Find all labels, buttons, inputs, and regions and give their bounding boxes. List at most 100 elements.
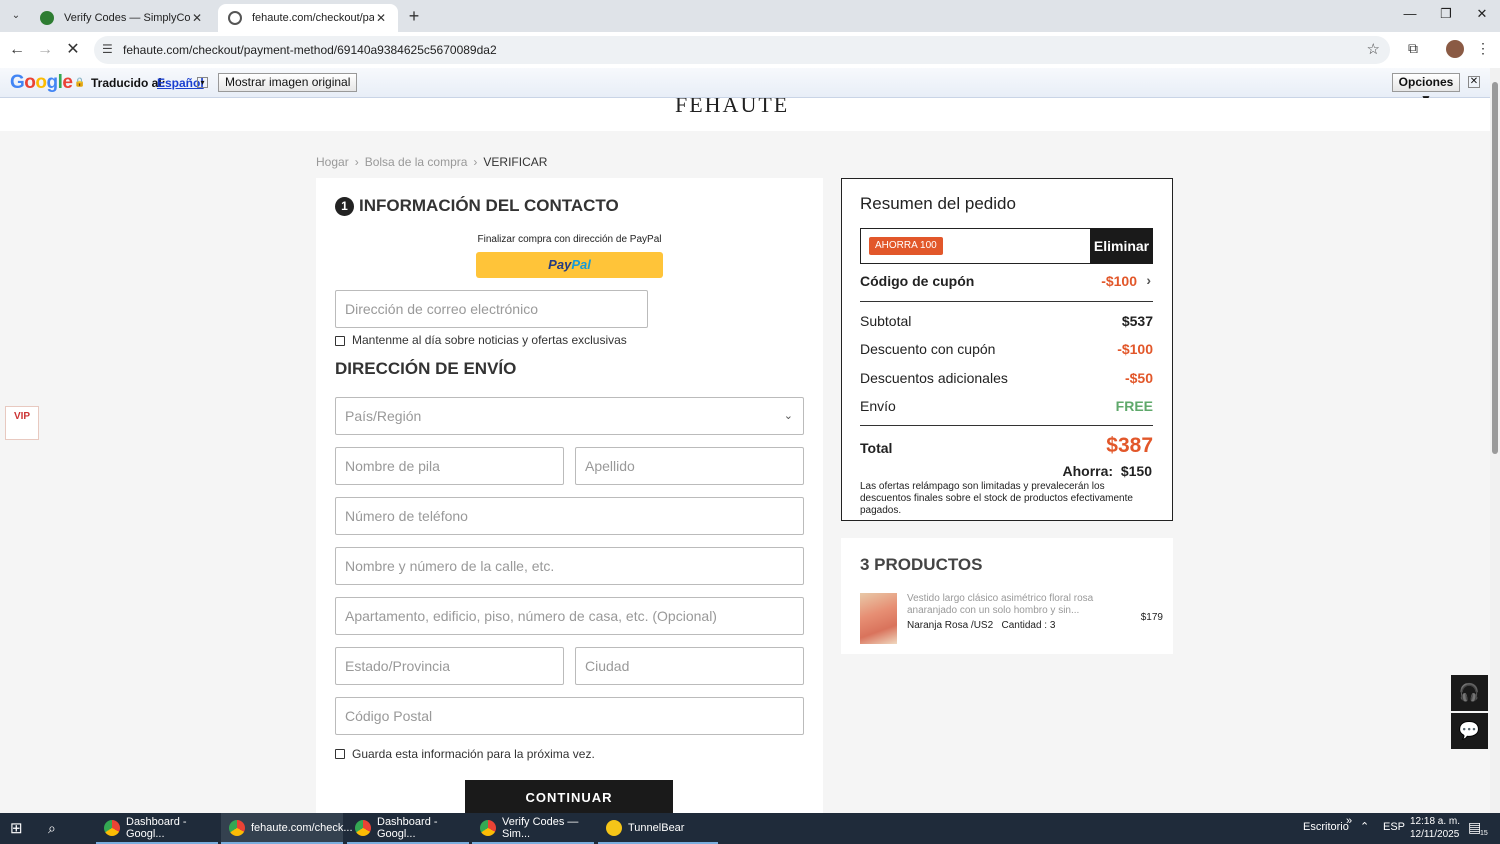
url-text[interactable]: fehaute.com/checkout/payment-method/6914… <box>123 43 497 57</box>
page-scrollbar[interactable] <box>1490 68 1500 813</box>
taskbar-label: TunnelBear <box>628 821 685 834</box>
tab-search-icon[interactable]: ⌄ <box>6 7 26 25</box>
taskbar-label: Verify Codes — Sim... <box>502 815 579 840</box>
show-original-button[interactable]: Mostrar imagen original <box>218 73 358 92</box>
close-tab-icon[interactable]: ✕ <box>374 11 388 25</box>
remove-coupon-button[interactable]: Eliminar <box>1090 228 1153 264</box>
forward-icon[interactable]: → <box>35 40 55 60</box>
tab-fehaute-checkout[interactable]: fehaute.com/checkout/paymen ✕ <box>218 4 398 32</box>
paypal-button[interactable]: PayPal <box>476 252 663 278</box>
save-info-checkbox[interactable] <box>335 749 345 759</box>
product-thumbnail[interactable] <box>860 593 897 644</box>
tab-title: Verify Codes — SimplyCodes <box>64 12 190 24</box>
desktop-label[interactable]: Escritorio <box>1303 821 1349 833</box>
shipping-label: Envío <box>860 398 896 414</box>
translated-to-label: Traducido al: <box>91 76 166 90</box>
new-tab-icon[interactable]: + <box>404 6 424 26</box>
taskbar-tunnelbear[interactable]: TunnelBear <box>598 813 718 844</box>
coupon-value: -$100 <box>1101 273 1137 289</box>
coupon-label: Código de cupón <box>860 273 975 289</box>
breadcrumb-home[interactable]: Hogar <box>316 155 349 169</box>
paypal-pal-text: Pal <box>571 257 591 272</box>
divider <box>860 425 1153 426</box>
last-name-field[interactable]: Apellido <box>575 447 804 485</box>
profile-avatar[interactable] <box>1446 40 1464 58</box>
total-label: Total <box>860 440 893 456</box>
extensions-icon[interactable]: ⧉ <box>1402 40 1424 57</box>
menu-kebab-icon[interactable]: ⋮ <box>1472 40 1494 57</box>
chevron-double-icon[interactable]: » <box>1346 815 1352 827</box>
taskbar-chrome-dashboard-2[interactable]: Dashboard - Googl... <box>347 813 469 844</box>
first-name-field[interactable]: Nombre de pila <box>335 447 564 485</box>
city-field[interactable]: Ciudad <box>575 647 804 685</box>
options-button[interactable]: Opciones ▼ <box>1392 73 1460 106</box>
page-content: FEHAUTE Hogar › Bolsa de la compra › VERIFIC… <box>0 98 1490 813</box>
language-indicator[interactable]: ESP <box>1383 821 1405 833</box>
taskbar-label: Dashboard - Googl... <box>126 815 187 840</box>
coupon-tag: AHORRA 100 <box>869 237 943 255</box>
product-price: $179 <box>1140 612 1163 623</box>
taskbar-chrome-fehaute[interactable]: fehaute.com/check... <box>221 813 353 844</box>
phone-field[interactable]: Número de teléfono <box>335 497 804 535</box>
contact-section-title: INFORMACIÓN DEL CONTACTO <box>359 196 619 215</box>
email-field[interactable]: Dirección de correo electrónico <box>335 290 648 328</box>
clock[interactable]: 12:18 a. m. 12/11/2025 <box>1410 815 1460 841</box>
close-window-icon[interactable]: ✕ <box>1467 6 1497 22</box>
summary-title: Resumen del pedido <box>860 194 1016 213</box>
windows-start-icon[interactable]: ⊞ <box>10 821 26 837</box>
close-translate-icon[interactable]: ✕ <box>1468 76 1480 88</box>
vip-member-badge[interactable]: VIP <box>5 406 39 440</box>
headset-support-icon[interactable]: 🎧 <box>1451 675 1488 711</box>
savings-text: Ahorra: $150 <box>1062 463 1152 479</box>
coupon-input[interactable]: AHORRA 100 <box>860 228 1090 264</box>
street-field[interactable]: Nombre y número de la calle, etc. <box>335 547 804 585</box>
product-name[interactable]: Vestido largo clásico asimétrico floral … <box>907 593 1097 617</box>
shipping-section-title: DIRECCIÓN DE ENVÍO <box>335 359 517 378</box>
checkout-form: 1 INFORMACIÓN DEL CONTACTO Finalizar com… <box>316 178 823 813</box>
language-dropdown-icon[interactable]: ▾ <box>197 77 208 88</box>
restore-icon[interactable]: ❐ <box>1431 6 1461 22</box>
stop-loading-icon[interactable]: ✕ <box>63 40 83 60</box>
back-icon[interactable]: ← <box>7 40 27 60</box>
chrome-icon <box>355 819 371 836</box>
total-value: $387 <box>1106 434 1153 457</box>
chat-icon[interactable]: 💬 <box>1451 713 1488 749</box>
bookmark-star-icon[interactable]: ☆ <box>1367 40 1380 58</box>
taskbar-label: Dashboard - Googl... <box>377 815 438 840</box>
products-panel: 3 PRODUCTOS Vestido largo clásico asimét… <box>841 538 1173 654</box>
address-bar[interactable]: ☰ fehaute.com/checkout/payment-method/69… <box>94 36 1390 64</box>
site-logo[interactable]: FEHAUTE <box>675 98 789 118</box>
search-icon[interactable]: ⌕ <box>48 820 56 837</box>
newsletter-checkbox[interactable] <box>335 336 345 346</box>
tunnelbear-icon <box>606 819 622 836</box>
products-title: 3 PRODUCTOS <box>860 555 983 574</box>
vip-label: VIP <box>13 411 31 422</box>
postal-code-field[interactable]: Código Postal <box>335 697 804 735</box>
tab-verify-codes[interactable]: Verify Codes — SimplyCodes ✕ <box>30 4 214 32</box>
apartment-field[interactable]: Apartamento, edificio, piso, número de c… <box>335 597 804 635</box>
subtotal-value: $537 <box>1121 313 1153 329</box>
scrollbar-thumb[interactable] <box>1492 82 1498 454</box>
coupon-discount-value: -$100 <box>1117 341 1153 357</box>
continue-button[interactable]: CONTINUAR <box>465 780 673 813</box>
coupon-row[interactable]: Código de cupón -$100 › <box>860 272 1153 289</box>
step-number: 1 <box>335 197 354 216</box>
taskbar-chrome-verify-codes[interactable]: Verify Codes — Sim... <box>472 813 594 844</box>
site-info-icon[interactable]: ☰ <box>102 42 113 56</box>
tab-title: fehaute.com/checkout/paymen <box>252 12 374 24</box>
breadcrumb-bag[interactable]: Bolsa de la compra <box>365 155 468 169</box>
chevron-down-icon: ⌄ <box>783 410 793 422</box>
tray-up-arrow-icon[interactable]: ⌃ <box>1360 820 1369 833</box>
newsletter-label: Mantenme al día sobre noticias y ofertas… <box>352 333 627 347</box>
state-field[interactable]: Estado/Provincia <box>335 647 564 685</box>
taskbar-chrome-dashboard-1[interactable]: Dashboard - Googl... <box>96 813 218 844</box>
chrome-icon <box>104 819 120 836</box>
site-header: FEHAUTE <box>0 98 1490 131</box>
tab-strip: ⌄ Verify Codes — SimplyCodes ✕ fehaute.c… <box>0 0 1500 32</box>
divider <box>860 301 1153 302</box>
subtotal-label: Subtotal <box>860 313 912 329</box>
minimize-icon[interactable]: — <box>1395 6 1425 21</box>
country-select[interactable]: País/Región ⌄ <box>335 397 804 435</box>
extra-discount-row: Descuentos adicionales -$50 <box>860 370 1153 386</box>
close-tab-icon[interactable]: ✕ <box>190 11 204 25</box>
